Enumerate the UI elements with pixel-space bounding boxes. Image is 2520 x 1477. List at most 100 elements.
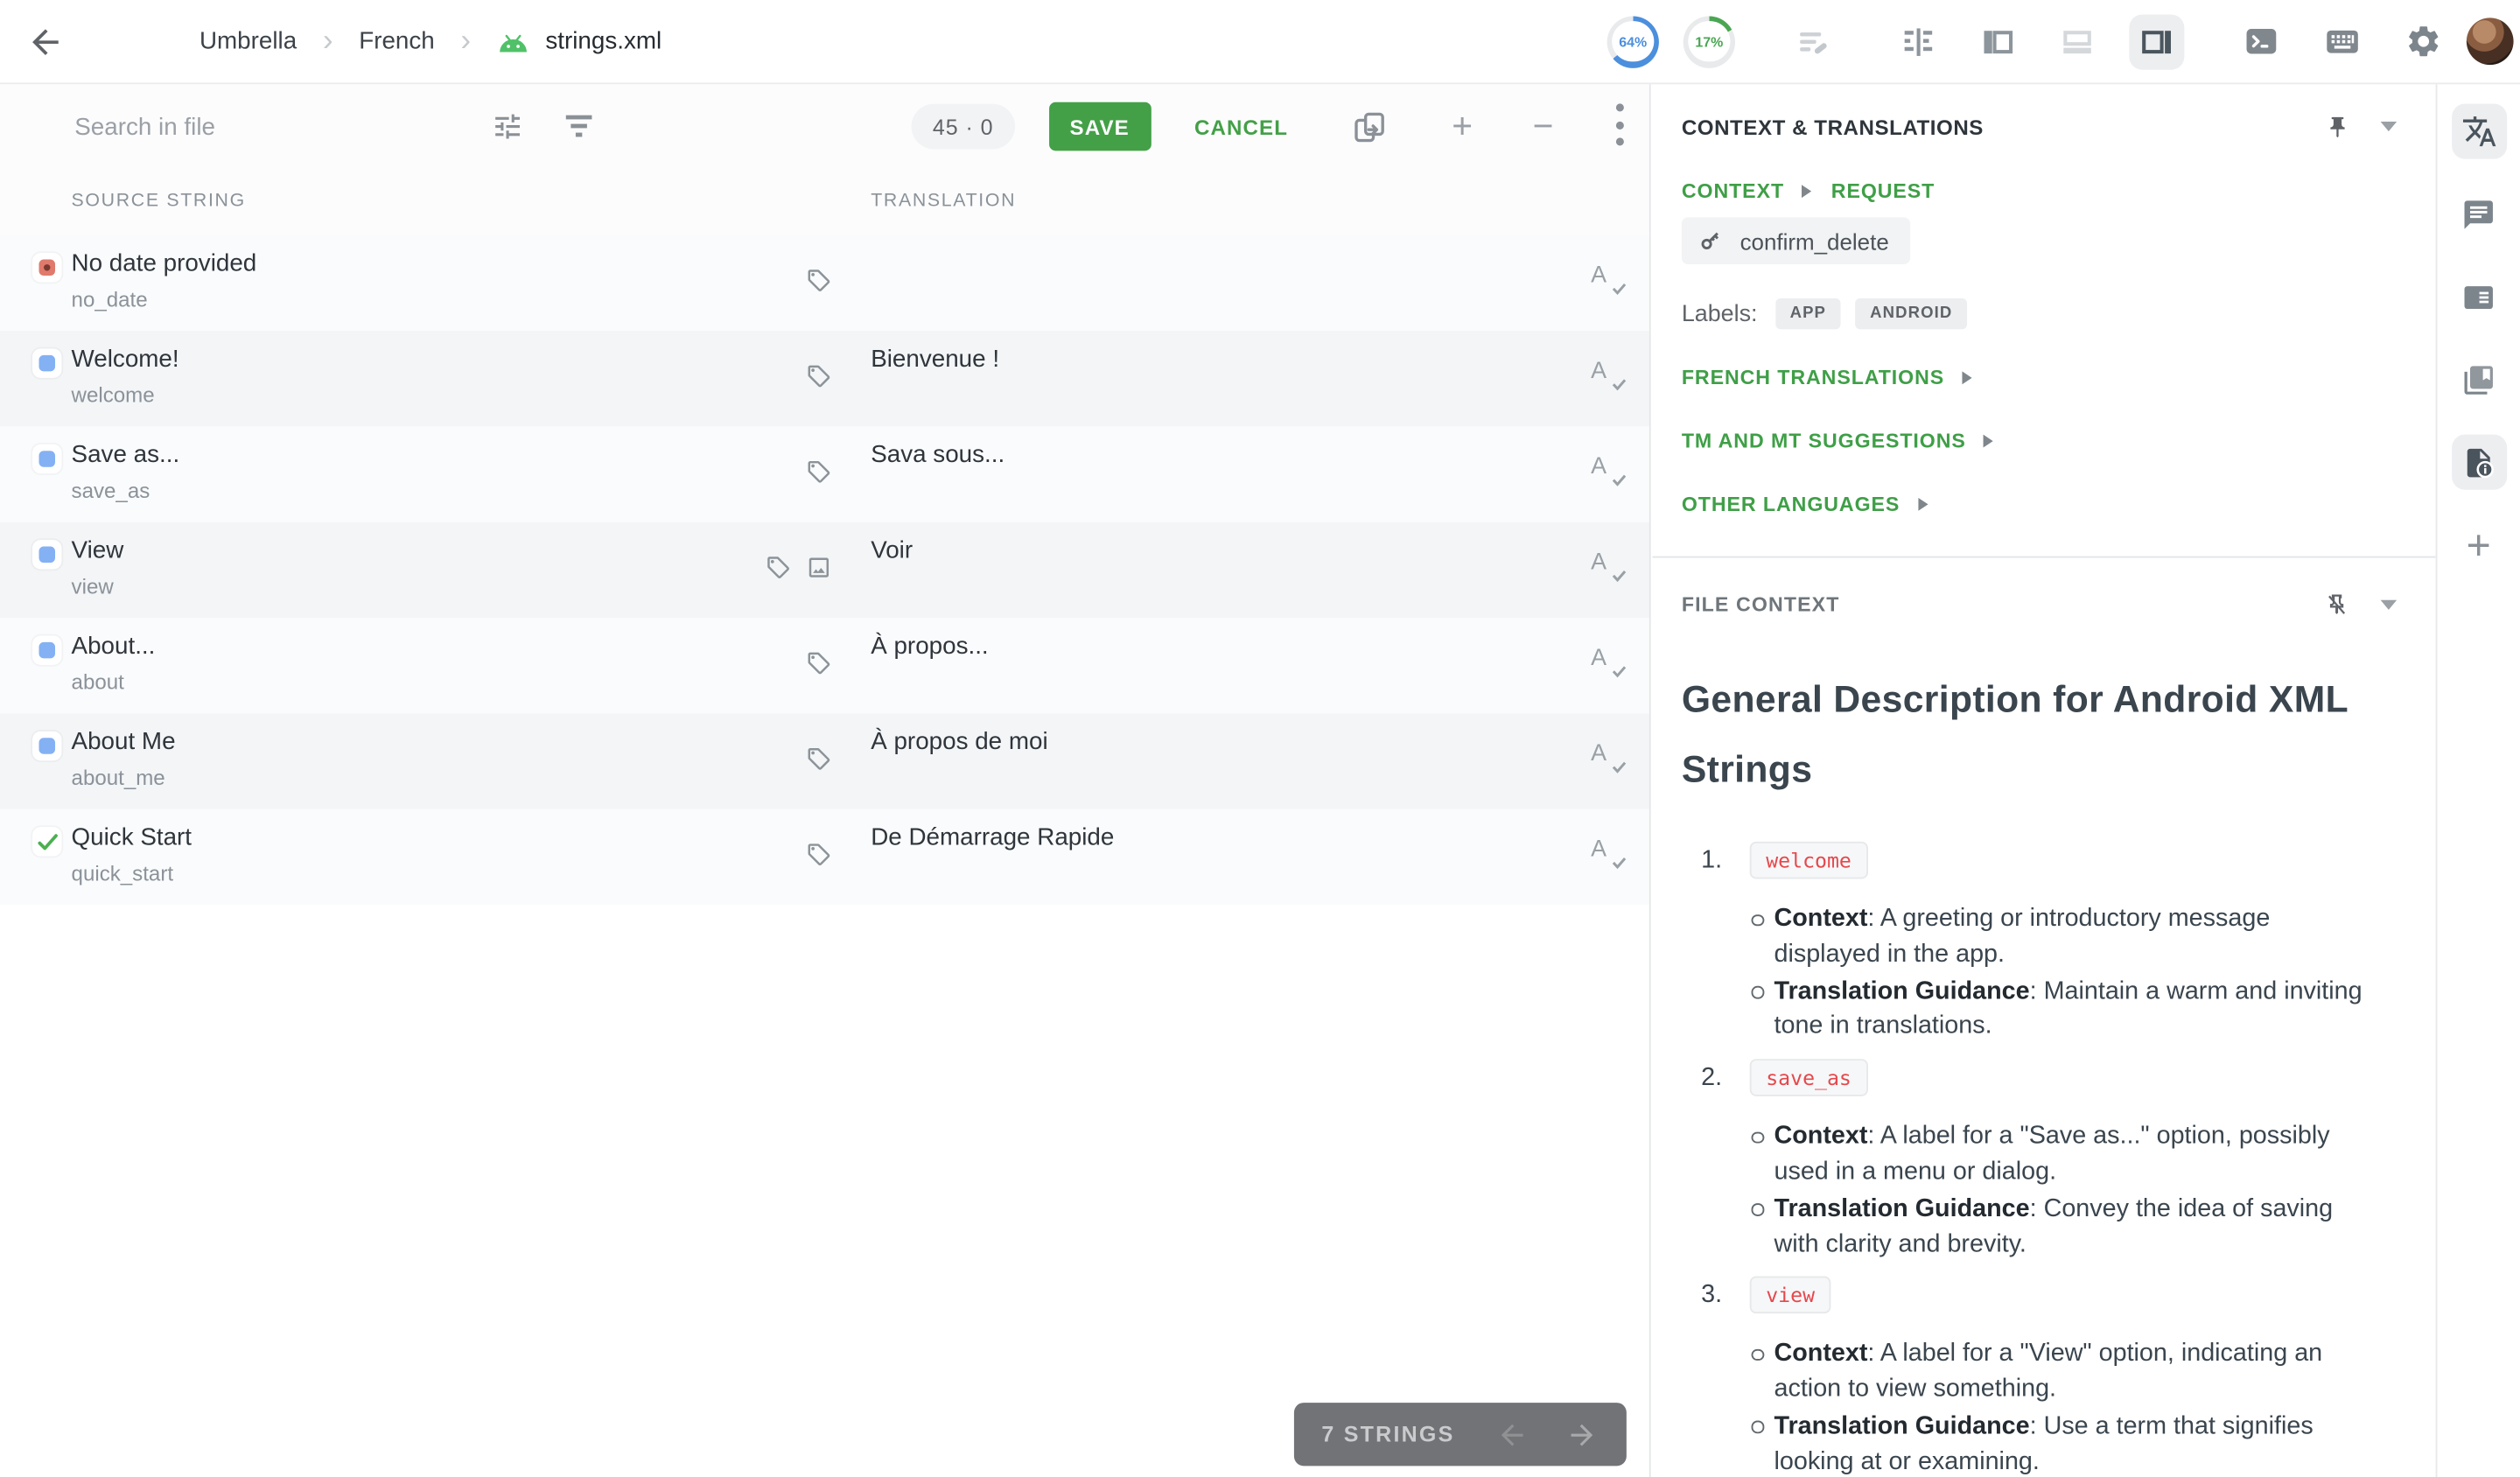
spellcheck-icon[interactable]: A: [1591, 357, 1623, 393]
section-tm-mt-suggestions[interactable]: TM AND MT SUGGESTIONS: [1682, 430, 1993, 452]
tag-icon[interactable]: [806, 268, 832, 294]
unpin-icon[interactable]: [2324, 592, 2350, 618]
next-page-icon[interactable]: [1564, 1418, 1599, 1451]
section-french-translations[interactable]: FRENCH TRANSLATIONS: [1682, 367, 1972, 389]
menu-icon[interactable]: [104, 29, 135, 54]
spellcheck-icon[interactable]: A: [1591, 739, 1623, 775]
tab-comments[interactable]: [2451, 186, 2506, 242]
file-context-document: General Description for Android XML Stri…: [1682, 665, 2397, 1477]
table-row[interactable]: About... about À propos... A: [0, 618, 1649, 713]
spellcheck-icon[interactable]: A: [1591, 835, 1623, 871]
file-info-icon: [2461, 445, 2496, 480]
string-key: save_as: [72, 479, 150, 503]
spellcheck-icon[interactable]: A: [1591, 548, 1623, 584]
tag-icon[interactable]: [806, 650, 832, 676]
back-button[interactable]: [26, 22, 65, 60]
cancel-button[interactable]: CANCEL: [1185, 113, 1298, 141]
translation-text: À propos de moi: [871, 728, 1047, 756]
console-button[interactable]: [2243, 23, 2280, 60]
add-panel-button[interactable]: +: [2451, 517, 2506, 572]
source-string: Quick Start: [72, 823, 192, 851]
glossary-card-icon: [2461, 280, 2496, 314]
view-side-by-side-button[interactable]: [1970, 14, 2026, 69]
more-options-icon[interactable]: •••: [1614, 101, 1627, 152]
panel-switcher-rail: +: [2436, 84, 2520, 1477]
table-row[interactable]: View view Voir A: [0, 522, 1649, 618]
source-string: View: [72, 536, 124, 564]
doc-item-number: 1.: [1701, 845, 1733, 874]
translation-progress-ring[interactable]: 64%: [1607, 16, 1659, 67]
panel-collapse-icon[interactable]: [2381, 122, 2398, 131]
breadcrumb-project[interactable]: Umbrella: [200, 28, 297, 56]
spellcheck-icon[interactable]: A: [1591, 261, 1623, 297]
doc-bullet: Translation Guidance: Convey the idea of…: [1752, 1192, 2368, 1263]
doc-item: 3. view Context: A label for a "View" op…: [1701, 1277, 2368, 1477]
source-string: About Me: [72, 728, 176, 756]
view-right-panel-button[interactable]: [2129, 14, 2184, 69]
source-string: Welcome!: [72, 346, 179, 374]
label-badge[interactable]: APP: [1775, 298, 1841, 329]
source-column-header: SOURCE STRING: [72, 192, 246, 211]
tab-translations[interactable]: [2451, 104, 2506, 159]
save-button[interactable]: SAVE: [1048, 102, 1150, 151]
gear-icon: [2404, 23, 2442, 60]
pin-icon[interactable]: [2326, 115, 2350, 139]
status-translated-icon: [32, 540, 61, 569]
tag-icon[interactable]: [766, 555, 792, 581]
tab-file-context[interactable]: [2451, 435, 2506, 490]
source-string: Save as...: [72, 441, 180, 469]
spellcheck-icon[interactable]: A: [1591, 452, 1623, 488]
doc-bullet: Context: A greeting or introductory mess…: [1752, 901, 2368, 972]
previous-page-icon[interactable]: [1495, 1418, 1530, 1451]
breadcrumb-language[interactable]: French: [359, 28, 435, 56]
chevron-right-icon: [1802, 185, 1811, 198]
file-context-header: FILE CONTEXT: [1682, 592, 2397, 618]
keyboard-shortcuts-button[interactable]: [2324, 23, 2362, 60]
context-panel: CONTEXT & TRANSLATIONS CONTEXT REQUEST c…: [1652, 84, 2435, 1477]
section-other-languages[interactable]: OTHER LANGUAGES: [1682, 493, 1928, 515]
settings-button[interactable]: [2404, 23, 2442, 60]
tag-icon[interactable]: [806, 842, 832, 868]
table-row[interactable]: No date provided no_date A: [0, 235, 1649, 331]
key-icon: [1692, 221, 1732, 261]
tab-dictionary[interactable]: [2451, 352, 2506, 407]
user-avatar[interactable]: [2467, 18, 2514, 65]
table-row[interactable]: Quick Start quick_start De Démarrage Rap…: [0, 809, 1649, 905]
file-context-collapse-icon[interactable]: [2381, 600, 2398, 610]
draft-notes-icon[interactable]: [1794, 22, 1832, 60]
strings-count: 7 STRINGS: [1321, 1422, 1454, 1446]
translate-icon: [2460, 114, 2496, 150]
table-row[interactable]: About Me about_me À propos de moi A: [0, 713, 1649, 808]
zoom-out-button[interactable]: −: [1533, 108, 1554, 144]
status-untranslated-icon: [32, 253, 61, 282]
copy-source-button[interactable]: [1351, 108, 1389, 145]
zoom-in-button[interactable]: +: [1452, 108, 1473, 144]
tab-terms[interactable]: [2451, 270, 2506, 325]
filter-settings-icon[interactable]: [492, 110, 524, 150]
source-string: No date provided: [72, 249, 257, 277]
doc-bullet: Translation Guidance: Maintain a warm an…: [1752, 974, 2368, 1045]
strings-pager: 7 STRINGS: [1294, 1403, 1627, 1466]
filter-icon[interactable]: [564, 116, 593, 146]
spellcheck-icon[interactable]: A: [1591, 644, 1623, 680]
label-badge[interactable]: ANDROID: [1855, 298, 1967, 329]
table-row[interactable]: Welcome! welcome Bienvenue ! A: [0, 331, 1649, 426]
comfortable-view-icon: [1899, 22, 1937, 60]
approval-progress-ring[interactable]: 17%: [1684, 16, 1735, 67]
table-row[interactable]: Save as... save_as Sava sous... A: [0, 426, 1649, 522]
request-context-link[interactable]: REQUEST: [1831, 180, 1935, 203]
doc-code-chip: welcome: [1750, 842, 1868, 879]
context-panel-header: CONTEXT & TRANSLATIONS: [1682, 84, 2397, 168]
search-input[interactable]: [72, 84, 461, 168]
screenshot-icon[interactable]: [806, 555, 832, 581]
tag-icon[interactable]: [806, 746, 832, 773]
breadcrumb-file[interactable]: strings.xml: [545, 28, 662, 56]
view-comfortable-button[interactable]: [1891, 14, 1946, 69]
context-link[interactable]: CONTEXT: [1682, 180, 1812, 203]
view-bottom-panel-button[interactable]: [2050, 14, 2105, 69]
string-key-value: confirm_delete: [1740, 228, 1889, 254]
tag-icon[interactable]: [806, 363, 832, 389]
tag-icon[interactable]: [806, 458, 832, 485]
approval-progress-value: 17%: [1684, 16, 1735, 67]
string-key-badge[interactable]: confirm_delete: [1682, 217, 1910, 264]
